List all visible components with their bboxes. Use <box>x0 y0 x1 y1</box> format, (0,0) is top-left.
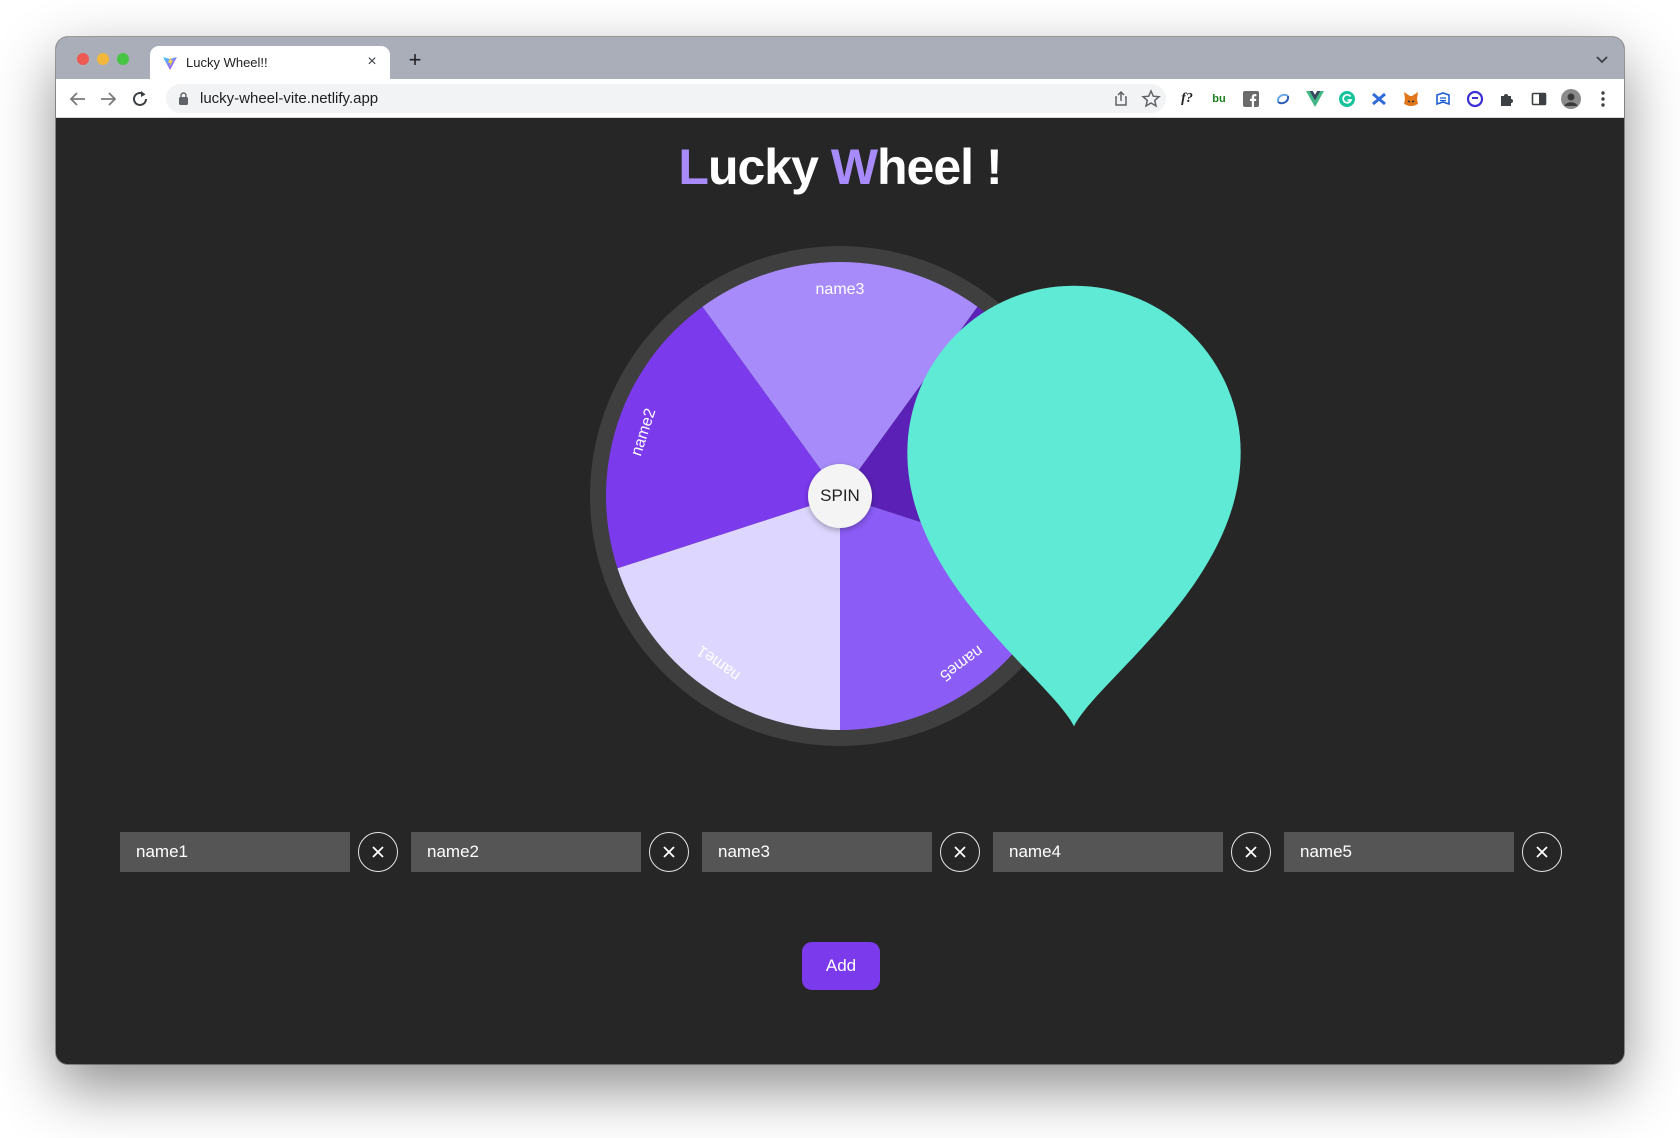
profile-avatar[interactable] <box>1560 88 1582 110</box>
page-title: Lucky Wheel ! <box>56 138 1624 196</box>
name-input[interactable] <box>993 832 1223 872</box>
url-text: lucky-wheel-vite.netlify.app <box>200 90 379 107</box>
share-icon[interactable] <box>1110 88 1132 110</box>
name-input[interactable] <box>120 832 350 872</box>
close-icon <box>1245 846 1257 858</box>
name-input[interactable] <box>1284 832 1514 872</box>
kebab-menu-icon[interactable] <box>1592 88 1614 110</box>
close-icon <box>1536 846 1548 858</box>
vite-logo-icon <box>163 56 177 70</box>
new-tab-button[interactable]: + <box>402 47 428 73</box>
remove-entry-button[interactable] <box>649 832 689 872</box>
entry-list <box>120 830 1562 874</box>
page-content: Lucky Wheel ! name3name4name5name1name2 … <box>56 118 1624 1064</box>
minimize-window-button[interactable] <box>97 53 109 65</box>
extension-circle-icon[interactable] <box>1464 88 1486 110</box>
back-arrow-icon[interactable] <box>66 87 90 111</box>
tab-title: Lucky Wheel!! <box>186 55 268 70</box>
title-accent-w: W <box>830 139 878 195</box>
puzzle-icon[interactable] <box>1496 88 1518 110</box>
metamask-fox-icon[interactable] <box>1400 88 1422 110</box>
remove-entry-button[interactable] <box>1522 832 1562 872</box>
remove-entry-button[interactable] <box>358 832 398 872</box>
title-word-2-rest: heel ! <box>877 139 1003 195</box>
address-bar[interactable]: lucky-wheel-vite.netlify.app <box>166 84 1166 113</box>
browser-window: Lucky Wheel!! × + lucky-wheel-vite.netli… <box>56 37 1624 1064</box>
extension-cross-icon[interactable] <box>1368 88 1390 110</box>
facebook-icon[interactable] <box>1240 88 1262 110</box>
remove-entry-button[interactable] <box>1231 832 1271 872</box>
extension-formula-icon[interactable]: f? <box>1176 88 1198 110</box>
browser-tab[interactable]: Lucky Wheel!! × <box>150 46 390 79</box>
close-icon <box>663 846 675 858</box>
title-word-1-rest: ucky <box>707 139 819 195</box>
tab-close-icon[interactable]: × <box>362 52 382 72</box>
forward-arrow-icon[interactable] <box>96 87 120 111</box>
close-icon <box>372 846 384 858</box>
remove-entry-button[interactable] <box>940 832 980 872</box>
name-input[interactable] <box>411 832 641 872</box>
grammarly-icon[interactable] <box>1336 88 1358 110</box>
add-button[interactable]: Add <box>802 942 880 990</box>
vue-icon[interactable] <box>1304 88 1326 110</box>
extension-bookmark-icon[interactable] <box>1432 88 1454 110</box>
extension-bu-icon[interactable]: bu <box>1208 88 1230 110</box>
side-panel-icon[interactable] <box>1528 88 1550 110</box>
title-accent-l: L <box>678 139 709 195</box>
close-window-button[interactable] <box>77 53 89 65</box>
star-icon[interactable] <box>1140 88 1162 110</box>
extension-swirl-icon[interactable] <box>1272 88 1294 110</box>
wheel-pointer <box>907 285 1241 727</box>
spin-button[interactable]: SPIN <box>808 464 872 528</box>
reload-icon[interactable] <box>128 87 152 111</box>
lock-icon <box>179 92 188 105</box>
name-input[interactable] <box>702 832 932 872</box>
close-icon <box>954 846 966 858</box>
chevron-down-icon[interactable] <box>1594 51 1610 67</box>
browser-toolbar: lucky-wheel-vite.netlify.app f? bu <box>56 79 1624 118</box>
lucky-wheel: name3name4name5name1name2 SPIN <box>590 246 1241 746</box>
maximize-window-button[interactable] <box>117 53 129 65</box>
tab-strip: Lucky Wheel!! × + <box>56 37 1624 79</box>
